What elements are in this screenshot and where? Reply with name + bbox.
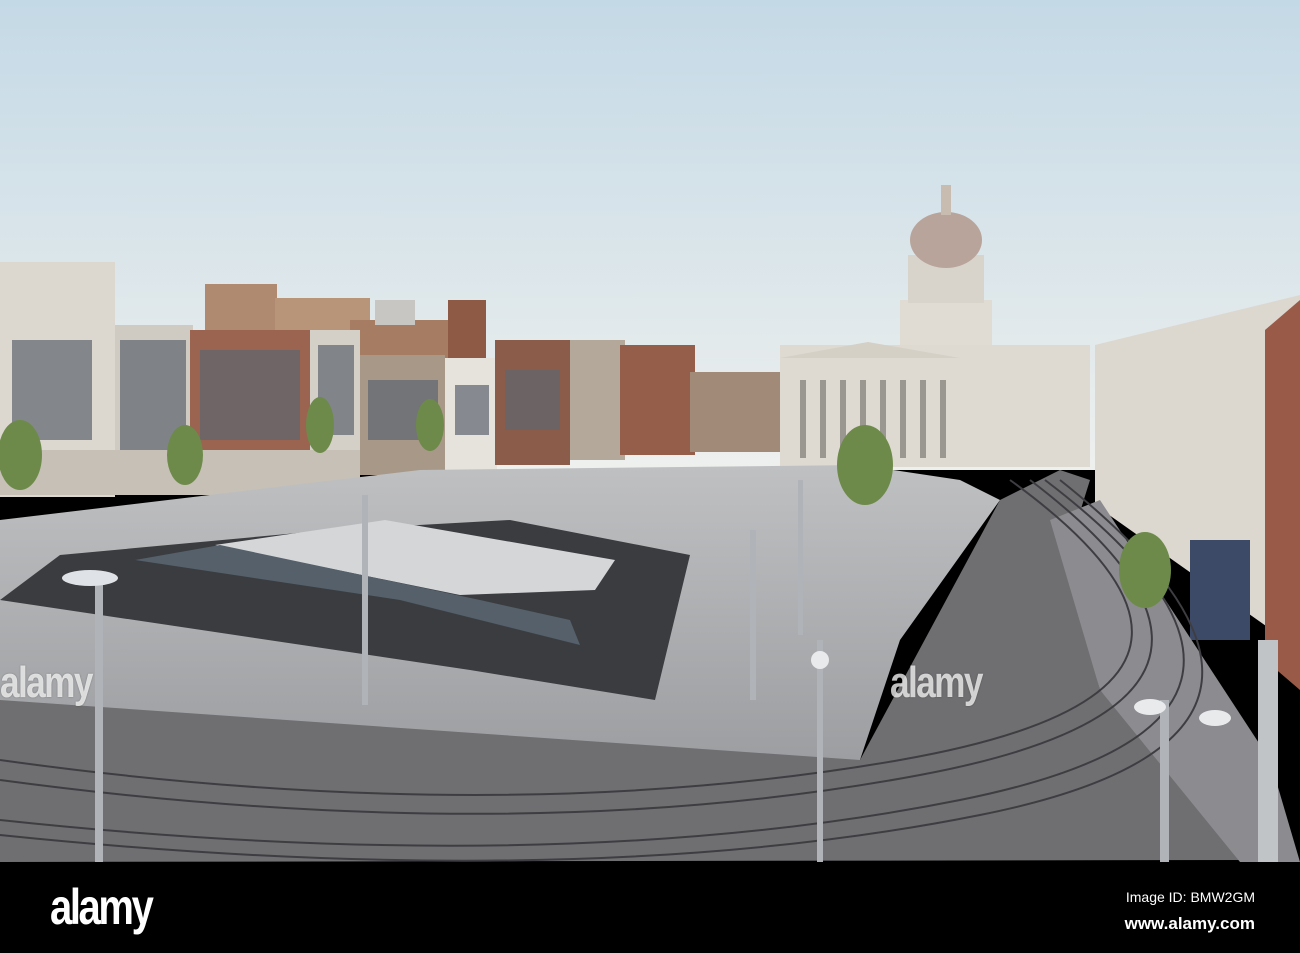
website-link[interactable]: www.alamy.com: [1125, 914, 1255, 934]
city-square-photo: [0, 0, 1300, 862]
stock-photo: alamy alamy alamy Image ID: BMW2GM www.a…: [0, 0, 1300, 953]
watermark-left: alamy: [0, 658, 93, 707]
watermark-center: alamy: [890, 658, 983, 707]
footer-bar: alamy Image ID: BMW2GM www.alamy.com: [0, 862, 1300, 953]
alamy-logo: alamy: [50, 879, 154, 935]
image-id: Image ID: BMW2GM: [1125, 889, 1255, 905]
